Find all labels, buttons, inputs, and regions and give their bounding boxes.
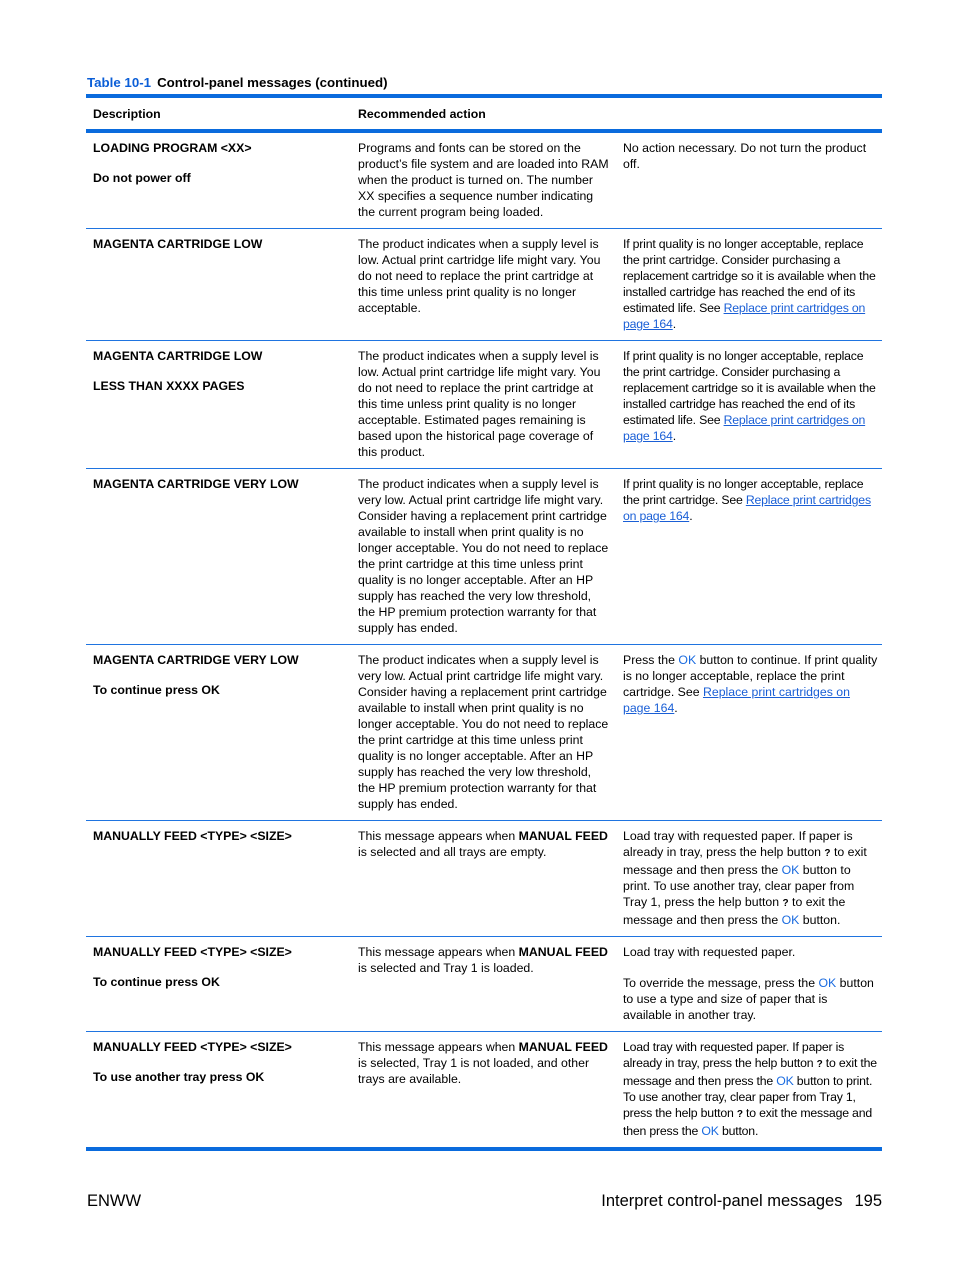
- ok-button-reference: OK: [781, 863, 800, 877]
- explanation-cell: The product indicates when a supply leve…: [358, 477, 609, 635]
- message-text: MAGENTA CARTRIDGE LOW: [93, 237, 263, 251]
- table-row: MANUALLY FEED <TYPE> <SIZE> This message…: [86, 821, 882, 936]
- table-number: Table 10-1: [87, 75, 152, 90]
- ok-button-reference: OK: [678, 653, 697, 667]
- ok-button-reference: OK: [776, 1074, 794, 1088]
- explanation-cell: The product indicates when a supply leve…: [358, 349, 601, 459]
- table-caption: Table 10-1 Control-panel messages (contin…: [87, 75, 388, 90]
- ok-button-reference: OK: [818, 976, 837, 990]
- table-bottom-rule: [86, 1147, 882, 1151]
- explanation-cell: The product indicates when a supply leve…: [358, 653, 609, 811]
- explanation-cell: This message appears when MANUAL FEED is…: [358, 829, 608, 859]
- table-header-row: Description Recommended action: [86, 98, 882, 129]
- description-cell: MANUALLY FEED <TYPE> <SIZE>: [86, 821, 351, 936]
- action-cell: If print quality is no longer acceptable…: [623, 349, 876, 443]
- action-cell: Press the OK button to continue. If prin…: [623, 653, 878, 715]
- footer-left-label: ENWW: [87, 1192, 142, 1210]
- page-number: 195: [854, 1192, 882, 1210]
- action-cell: No action necessary. Do not turn the pro…: [623, 141, 867, 171]
- description-cell: MANUALLY FEED <TYPE> <SIZE> To use anoth…: [86, 1032, 351, 1147]
- message-text: MANUALLY FEED <TYPE> <SIZE>: [93, 945, 292, 959]
- action-cell: Load tray with requested paper. If paper…: [623, 829, 867, 927]
- table-row: MANUALLY FEED <TYPE> <SIZE> To continue …: [86, 937, 882, 1031]
- explanation-cell: This message appears when MANUAL FEED is…: [358, 1040, 608, 1086]
- message-subtext: LESS THAN XXXX PAGES: [93, 379, 245, 393]
- description-cell: MAGENTA CARTRIDGE LOW: [86, 229, 351, 340]
- table-title: Control-panel messages (continued): [157, 75, 388, 90]
- message-text: MAGENTA CARTRIDGE VERY LOW: [93, 653, 299, 667]
- footer-right: Interpret control-panel messages 195: [601, 1192, 882, 1211]
- message-text: MAGENTA CARTRIDGE VERY LOW: [93, 477, 299, 491]
- message-text: MAGENTA CARTRIDGE LOW: [93, 349, 263, 363]
- action-cell: Load tray with requested paper. If paper…: [623, 1040, 877, 1138]
- description-cell: LOADING PROGRAM <XX> Do not power off: [86, 133, 351, 228]
- message-text: MANUALLY FEED <TYPE> <SIZE>: [93, 1040, 292, 1054]
- message-text: LOADING PROGRAM <XX>: [93, 141, 252, 155]
- description-cell: MAGENTA CARTRIDGE VERY LOW: [86, 469, 351, 644]
- description-cell: MANUALLY FEED <TYPE> <SIZE> To continue …: [86, 937, 351, 1031]
- message-subtext: Do not power off: [93, 171, 191, 185]
- header-recommended-action: Recommended action: [358, 106, 486, 121]
- table-row: MAGENTA CARTRIDGE LOW The product indica…: [86, 229, 882, 340]
- control-panel-messages-table: Description Recommended action LOADING P…: [86, 94, 882, 1151]
- ok-button-reference: OK: [701, 1124, 719, 1138]
- table-row: MAGENTA CARTRIDGE VERY LOW The product i…: [86, 469, 882, 644]
- action-cell: If print quality is no longer acceptable…: [623, 477, 871, 523]
- message-subtext: To use another tray press OK: [93, 1070, 265, 1084]
- table-row: LOADING PROGRAM <XX> Do not power off Pr…: [86, 133, 882, 228]
- message-text: MANUALLY FEED <TYPE> <SIZE>: [93, 829, 292, 843]
- explanation-cell: The product indicates when a supply leve…: [358, 237, 601, 315]
- description-cell: MAGENTA CARTRIDGE LOW LESS THAN XXXX PAG…: [86, 341, 351, 468]
- explanation-cell: Programs and fonts can be stored on the …: [358, 141, 609, 219]
- table-row: MANUALLY FEED <TYPE> <SIZE> To use anoth…: [86, 1032, 882, 1147]
- footer-section-title: Interpret control-panel messages: [601, 1192, 843, 1210]
- page-footer: ENWW Interpret control-panel messages 195: [87, 1192, 882, 1211]
- action-cell: Load tray with requested paper. To overr…: [623, 945, 874, 1022]
- description-cell: MAGENTA CARTRIDGE VERY LOW To continue p…: [86, 645, 351, 820]
- table-row: MAGENTA CARTRIDGE LOW LESS THAN XXXX PAG…: [86, 341, 882, 468]
- explanation-cell: This message appears when MANUAL FEED is…: [358, 945, 608, 975]
- message-subtext: To continue press OK: [93, 683, 220, 697]
- header-description: Description: [93, 106, 161, 121]
- ok-button-reference: OK: [781, 913, 800, 927]
- action-cell: If print quality is no longer acceptable…: [623, 237, 876, 331]
- table-row: MAGENTA CARTRIDGE VERY LOW To continue p…: [86, 645, 882, 820]
- message-subtext: To continue press OK: [93, 975, 220, 989]
